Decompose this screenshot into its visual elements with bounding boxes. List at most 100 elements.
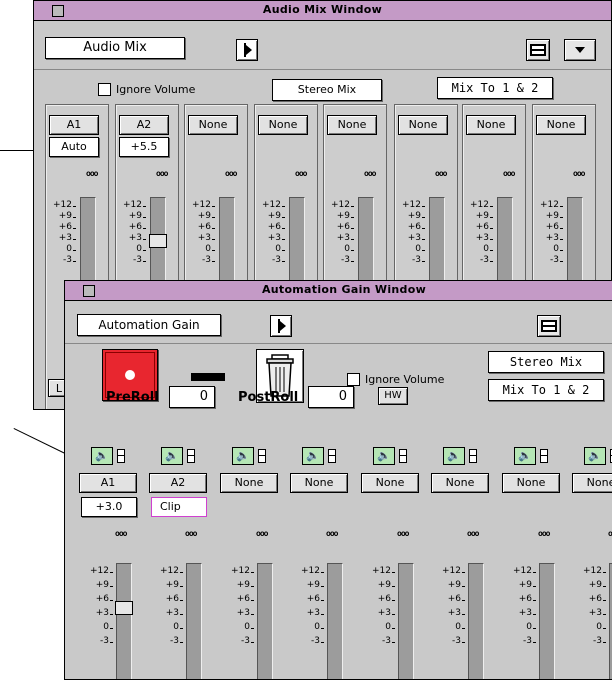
scale-tick [73,206,76,207]
mute-toggle[interactable] [258,449,266,463]
hw-button[interactable]: HW [378,387,408,405]
scale-tick [533,614,536,615]
mix-scale-label: +3 [545,233,559,243]
gain-stereo-mix-button[interactable]: Stereo Mix [488,351,604,373]
chevron-down-icon [575,47,585,53]
scale-tick [560,206,563,207]
mix-play-button[interactable] [236,39,258,61]
postroll-field[interactable]: 0 [308,386,354,408]
gain-scale-label: +3 [95,608,109,618]
gain-scale-label: +9 [518,580,532,590]
scale-tick [143,217,146,218]
gain-scale-label: +9 [236,580,250,590]
gain-track-button[interactable]: A1 [79,473,137,493]
mix-ignore-volume-label: Ignore Volume [116,83,196,96]
gain-fader-track[interactable] [539,563,555,679]
mix-mix-to-field[interactable]: Mix To 1 & 2 [437,77,553,99]
preroll-field[interactable]: 0 [169,386,215,408]
gain-track-button[interactable]: None [361,473,419,493]
gain-value-field[interactable]: Clip [151,497,207,517]
gain-fader-track[interactable] [186,563,202,679]
speaker-solo-button[interactable]: 🔈 [514,447,536,465]
mix-stereo-mix-button[interactable]: Stereo Mix [272,79,382,101]
mix-scale-label: 0 [344,244,350,254]
mix-scale-label: +6 [545,222,559,232]
mix-ignore-volume-checkbox[interactable] [98,83,111,96]
mix-scale-label: +9 [58,211,72,221]
gain-name-field[interactable]: Automation Gain [77,314,221,336]
mix-dropdown-button[interactable] [564,39,596,61]
scale-tick [462,572,465,573]
stop-bar-icon[interactable] [191,373,225,381]
mute-toggle[interactable] [399,449,407,463]
speaker-solo-button[interactable]: 🔈 [373,447,395,465]
scale-tick [351,217,354,218]
scale-tick [212,217,215,218]
scale-tick [392,628,395,629]
gain-track-button[interactable]: A2 [149,473,207,493]
mix-track-button[interactable]: None [466,115,516,135]
mute-toggle[interactable] [187,449,195,463]
scale-tick [603,600,606,601]
gain-ignore-volume-checkbox[interactable] [347,373,360,386]
mix-scale-label: +6 [407,222,421,232]
mute-toggle[interactable] [540,449,548,463]
mute-toggle[interactable] [328,449,336,463]
speaker-solo-button[interactable]: 🔈 [91,447,113,465]
link-icon: ooo [397,529,409,538]
mix-title-bar[interactable]: Audio Mix Window [34,1,611,21]
mix-track-button[interactable]: None [327,115,377,135]
gain-fader-track[interactable] [327,563,343,679]
mix-volume-field[interactable]: Auto [49,137,99,157]
speaker-solo-button[interactable]: 🔈 [161,447,183,465]
link-icon: ooo [295,169,307,178]
gain-track-button[interactable]: None [572,473,612,493]
mute-toggle[interactable] [469,449,477,463]
gain-menu-icon-button[interactable] [537,315,561,337]
scale-tick [251,586,254,587]
scale-tick [321,586,324,587]
speaker-solo-button[interactable]: 🔈 [302,447,324,465]
mix-track-button[interactable]: None [536,115,586,135]
gain-track-button[interactable]: None [220,473,278,493]
link-icon: ooo [115,529,127,538]
scale-tick [560,250,563,251]
gain-mix-to-field[interactable]: Mix To 1 & 2 [488,379,604,401]
mix-track-button[interactable]: A2 [119,115,169,135]
gain-value-field[interactable]: +3.0 [81,497,137,517]
speaker-solo-button[interactable]: 🔈 [584,447,606,465]
gain-track-button[interactable]: None [502,473,560,493]
mix-track-button[interactable]: None [188,115,238,135]
speaker-icon: 🔈 [377,449,391,462]
mix-name-field[interactable]: Audio Mix [45,37,185,59]
mute-toggle[interactable] [117,449,125,463]
scale-tick [73,228,76,229]
gain-fader-track[interactable] [398,563,414,679]
gain-fader-track[interactable] [468,563,484,679]
scale-tick [143,250,146,251]
gain-fader-thumb[interactable] [115,601,133,615]
mix-fader-thumb[interactable] [149,234,167,248]
mix-track-button[interactable]: None [398,115,448,135]
gain-track-button[interactable]: None [290,473,348,493]
gain-fader-track[interactable] [257,563,273,679]
gain-scale-label: -3 [523,636,532,646]
mix-scale-label: +6 [58,222,72,232]
mix-scale-label: -3 [341,255,350,265]
gain-fader-track[interactable] [116,563,132,679]
gain-title-bar[interactable]: Automation Gain Window [65,281,612,301]
gain-scale-label: +9 [95,580,109,590]
mix-scale-label: +9 [545,211,559,221]
gain-play-button[interactable] [270,315,292,337]
speaker-solo-button[interactable]: 🔈 [443,447,465,465]
mix-track-button[interactable]: A1 [49,115,99,135]
mix-menu-icon-button[interactable] [526,39,550,61]
gain-scale-label: +3 [518,608,532,618]
gain-track-button[interactable]: None [431,473,489,493]
mix-volume-field[interactable]: +5.5 [119,137,169,157]
speaker-icon: 🔈 [95,449,109,462]
mix-track-button[interactable]: None [258,115,308,135]
link-icon: ooo [573,169,585,178]
speaker-solo-button[interactable]: 🔈 [232,447,254,465]
mix-scale-label: +6 [336,222,350,232]
